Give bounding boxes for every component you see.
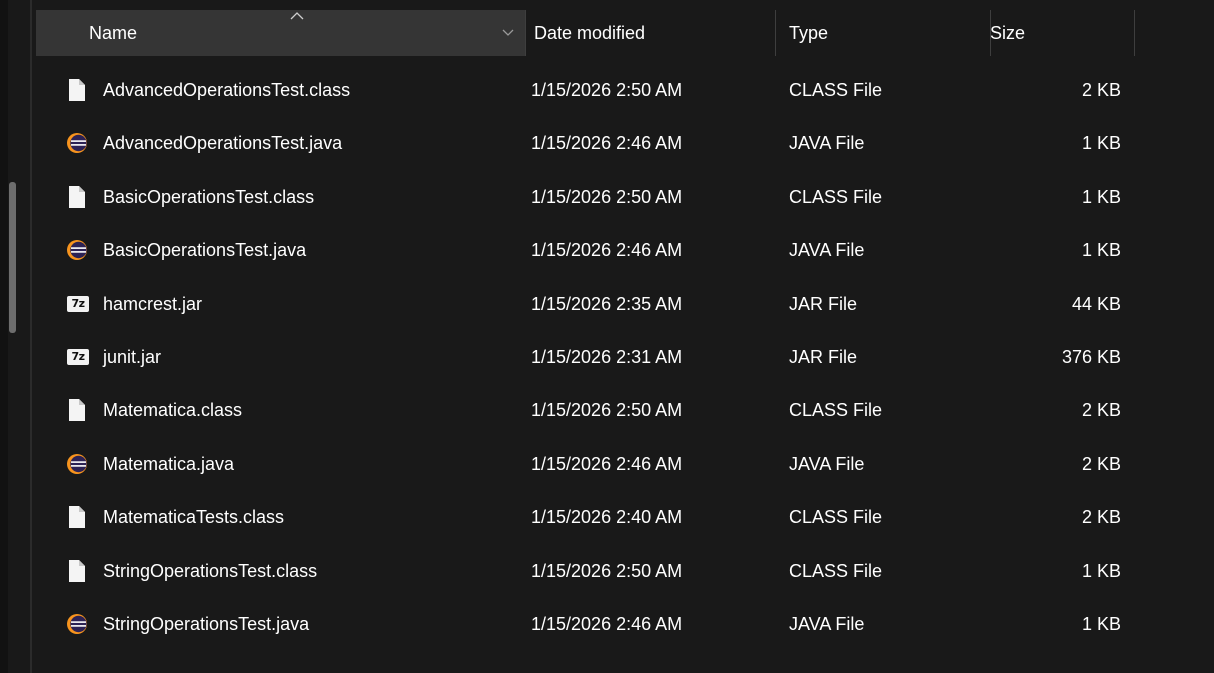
file-type: JAR File (789, 293, 858, 314)
navigation-pane-edge (0, 0, 8, 673)
file-row[interactable]: AdvancedOperationsTest.class 1/15/2026 2:… (36, 64, 1176, 117)
file-size: 2 KB (1081, 80, 1121, 100)
document-icon (69, 185, 85, 208)
file-type: CLASS File (789, 507, 883, 528)
file-size: 1 KB (1081, 560, 1121, 581)
file-name: junit.jar (103, 346, 162, 367)
eclipse-icon (67, 613, 87, 634)
file-name: StringOperationsTest.class (103, 560, 318, 581)
file-size: 2 KB (1081, 453, 1121, 474)
file-name: MatematicaTests.class (103, 507, 285, 528)
file-name: Matematica.java (103, 453, 235, 474)
eclipse-icon (67, 133, 87, 154)
file-row[interactable]: Matematica.class 1/15/2026 2:50 AM CLASS F… (36, 384, 1176, 437)
file-size: 1 KB (1081, 240, 1121, 261)
file-row[interactable]: MatematicaTests.class 1/15/2026 2:40 AM CL… (36, 491, 1176, 544)
file-size: 2 KB (1081, 400, 1121, 421)
document-icon (69, 506, 85, 529)
file-size: 1 KB (1081, 133, 1121, 154)
file-date-modified: 1/15/2026 2:40 AM (531, 507, 683, 528)
pane-divider[interactable] (30, 0, 32, 673)
file-name: AdvancedOperationsTest.java (103, 133, 343, 154)
file-row[interactable]: BasicOperationsTest.java 1/15/2026 2:46 A… (36, 224, 1176, 277)
file-type: JAVA File (789, 453, 865, 474)
file-date-modified: 1/15/2026 2:31 AM (531, 346, 683, 367)
7zip-icon: 7z (67, 295, 89, 312)
file-row[interactable]: 7z hamcrest.jar 1/15/2026 2:35 AM JAR File 4… (36, 278, 1176, 331)
file-name: BasicOperationsTest.class (103, 186, 315, 207)
file-size: 2 KB (1081, 507, 1121, 528)
file-date-modified: 1/15/2026 2:50 AM (531, 80, 683, 100)
file-type: CLASS File (789, 560, 883, 581)
file-row[interactable]: BasicOperationsTest.class 1/15/2026 2:50 … (36, 171, 1176, 224)
column-header-type-label: Type (789, 22, 829, 43)
chevron-down-icon[interactable] (502, 27, 514, 37)
eclipse-icon (67, 240, 87, 261)
sort-ascending-icon (290, 12, 304, 20)
file-date-modified: 1/15/2026 2:35 AM (531, 293, 683, 314)
column-header-date-modified[interactable]: Date modified (525, 10, 764, 56)
file-type: JAVA File (789, 240, 865, 261)
file-list: AdvancedOperationsTest.class 1/15/2026 2:… (36, 64, 1176, 651)
column-header-date-label: Date modified (534, 22, 646, 43)
column-header-bar: Name Date modified Type Size (36, 10, 1176, 56)
file-type: CLASS File (789, 400, 883, 421)
file-date-modified: 1/15/2026 2:50 AM (531, 560, 683, 581)
file-size: 44 KB (1071, 293, 1121, 314)
file-date-modified: 1/15/2026 2:50 AM (531, 186, 683, 207)
file-type: JAR File (789, 346, 858, 367)
file-name: StringOperationsTest.java (103, 613, 310, 634)
file-date-modified: 1/15/2026 2:46 AM (531, 240, 683, 261)
file-name: Matematica.class (103, 400, 243, 421)
file-date-modified: 1/15/2026 2:50 AM (531, 400, 683, 421)
file-date-modified: 1/15/2026 2:46 AM (531, 613, 683, 634)
7zip-icon: 7z (67, 348, 89, 365)
file-row[interactable]: 7z junit.jar 1/15/2026 2:31 AM JAR File 376 … (36, 331, 1176, 384)
file-type: CLASS File (789, 186, 883, 207)
file-row[interactable]: StringOperationsTest.class 1/15/2026 2:50… (36, 545, 1176, 598)
file-type: JAVA File (789, 133, 865, 154)
column-header-size[interactable]: Size (990, 10, 1135, 56)
document-icon (69, 399, 85, 422)
column-separator[interactable] (1134, 10, 1135, 56)
file-size: 1 KB (1081, 186, 1121, 207)
column-header-size-label: Size (990, 22, 1026, 43)
file-size: 376 KB (1061, 346, 1121, 367)
navigation-scrollbar[interactable] (9, 182, 16, 333)
file-name: hamcrest.jar (103, 293, 203, 314)
file-date-modified: 1/15/2026 2:46 AM (531, 133, 683, 154)
badge-7z-label: 7z (71, 296, 85, 310)
file-type: CLASS File (789, 80, 883, 100)
file-explorer-window: Name Date modified Type Size AdvancedOpe… (0, 0, 1214, 673)
eclipse-icon (67, 453, 87, 474)
file-row[interactable]: AdvancedOperationsTest.java 1/15/2026 2:4… (36, 117, 1176, 170)
file-row[interactable]: StringOperationsTest.java 1/15/2026 2:46 … (36, 598, 1176, 651)
document-icon (69, 559, 85, 582)
column-header-name[interactable]: Name (36, 10, 525, 56)
column-header-name-label: Name (89, 22, 138, 43)
document-icon (69, 79, 85, 101)
file-name: BasicOperationsTest.java (103, 240, 307, 261)
file-type: JAVA File (789, 613, 865, 634)
file-date-modified: 1/15/2026 2:46 AM (531, 453, 683, 474)
badge-7z-label: 7z (71, 349, 85, 363)
file-size: 1 KB (1081, 613, 1121, 634)
column-header-type[interactable]: Type (775, 10, 990, 56)
file-row[interactable]: Matematica.java 1/15/2026 2:46 AM JAVA Fil… (36, 438, 1176, 491)
file-name: AdvancedOperationsTest.class (103, 80, 351, 100)
